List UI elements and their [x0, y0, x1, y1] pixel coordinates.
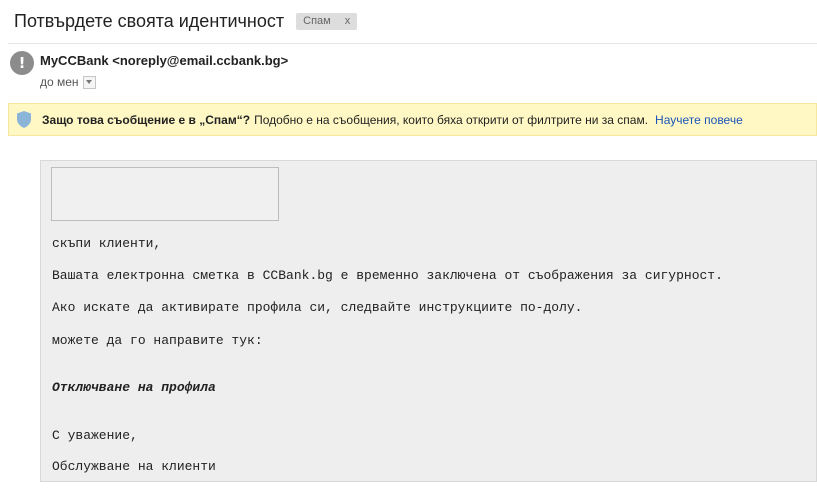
chevron-down-icon	[86, 80, 93, 84]
warning-icon: !	[18, 54, 26, 72]
message-body: скъпи клиенти, Вашата електронна сметка …	[40, 160, 817, 482]
body-line-instructions: Ако искате да активирате профила си, сле…	[52, 300, 583, 315]
body-regards: С уважение,	[52, 428, 138, 443]
spam-warning-banner: Защо това съобщение е в „Спам“? Подобно …	[8, 103, 817, 136]
sender-line: MyCCBank <noreply@email.ccbank.bg>	[40, 53, 288, 68]
remove-label-button[interactable]: x	[345, 15, 351, 27]
spam-label-chip[interactable]: Спам x	[296, 12, 358, 30]
body-greeting: скъпи клиенти,	[52, 236, 162, 251]
image-placeholder	[51, 167, 279, 221]
spam-question: Защо това съобщение е в „Спам“?	[42, 112, 251, 127]
email-subject: Потвърдете своята идентичност	[14, 10, 285, 31]
spam-explanation: Подобно е на съобщения, които бяха откри…	[254, 112, 649, 127]
recipient-text: до мен	[40, 75, 79, 89]
sender-avatar: !	[10, 51, 34, 75]
body-line-locked: Вашата електронна сметка в CCBank.bg е в…	[52, 268, 723, 283]
body-line-here: можете да го направите тук:	[52, 333, 263, 348]
details-dropdown-button[interactable]	[82, 75, 96, 89]
spam-label-text: Спам	[303, 15, 331, 27]
shield-icon	[17, 111, 31, 128]
header-divider	[8, 43, 817, 44]
body-signature: Обслужване на клиенти	[52, 459, 216, 474]
unlock-profile-link[interactable]: Отключване на профила	[52, 380, 216, 395]
learn-more-link[interactable]: Научете повече	[655, 113, 743, 127]
email-header: Потвърдете своята идентичност Спам x	[14, 8, 358, 34]
sender-email: <noreply@email.ccbank.bg>	[112, 53, 289, 68]
sender-name[interactable]: MyCCBank	[40, 53, 109, 68]
recipient-line: до мен	[40, 75, 96, 89]
